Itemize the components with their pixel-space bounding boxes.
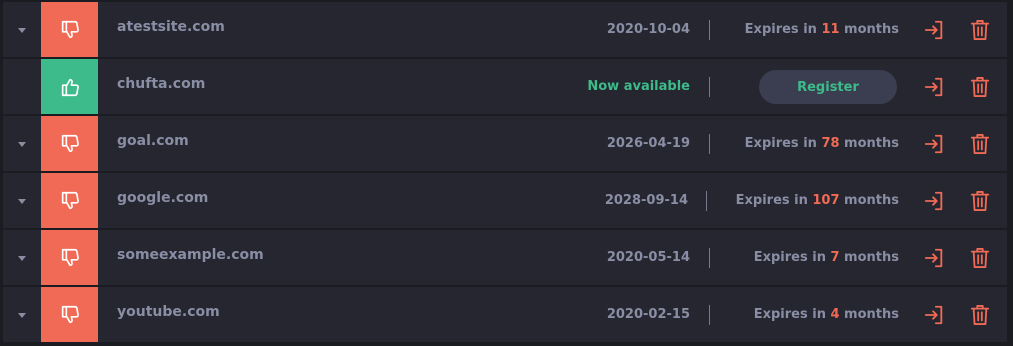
domain-row: chufta.com Now available Register	[3, 59, 1007, 116]
login-icon	[924, 20, 943, 40]
domain-name: goal.com	[117, 133, 189, 149]
availability-status: Now available	[587, 79, 690, 94]
status-badge-unavailable	[41, 287, 98, 342]
thumbs-down-icon	[61, 191, 79, 209]
status-badge-unavailable	[41, 2, 98, 57]
status-badge-available	[41, 59, 98, 114]
login-icon	[924, 248, 943, 268]
expires-months-value: 107	[812, 193, 840, 208]
expiry-date: 2020-10-04	[606, 22, 690, 37]
delete-button[interactable]	[968, 303, 992, 327]
separator	[709, 20, 710, 40]
separator	[706, 191, 707, 211]
expires-in-text: Expires in 7 months	[754, 250, 899, 265]
expires-suffix: months	[839, 250, 899, 265]
login-icon	[924, 305, 943, 325]
expires-prefix: Expires in	[735, 193, 813, 208]
domain-row: atestsite.com 2020-10-04 Expires in 11 m…	[3, 2, 1007, 59]
register-button[interactable]: Register	[759, 70, 897, 104]
login-icon	[924, 191, 943, 211]
thumbs-down-icon	[61, 248, 79, 266]
separator	[709, 77, 710, 97]
expires-suffix: months	[839, 136, 899, 151]
status-badge-unavailable	[41, 230, 98, 285]
expiry-date: 2026-04-19	[606, 136, 690, 151]
login-button[interactable]	[922, 18, 946, 42]
login-button[interactable]	[922, 75, 946, 99]
login-button[interactable]	[922, 246, 946, 270]
expires-in-text: Expires in 11 months	[745, 22, 899, 37]
expires-prefix: Expires in	[744, 136, 822, 151]
expires-prefix: Expires in	[753, 307, 831, 322]
thumbs-down-icon	[61, 20, 79, 38]
expires-months-value: 11	[821, 22, 840, 37]
login-button[interactable]	[922, 189, 946, 213]
domain-name: google.com	[117, 190, 209, 206]
expiry-date: 2028-09-14	[604, 193, 688, 208]
expires-months-value: 7	[830, 250, 840, 265]
separator	[709, 305, 710, 325]
domain-row: google.com 2028-09-14 Expires in 107 mon…	[3, 173, 1007, 230]
expiry-date: 2020-05-14	[606, 250, 690, 265]
expand-caret-icon[interactable]	[15, 24, 29, 36]
expires-in-text: Expires in 78 months	[745, 136, 899, 151]
thumbs-down-icon	[61, 134, 79, 152]
login-button[interactable]	[922, 303, 946, 327]
expires-in-text: Expires in 4 months	[754, 307, 899, 322]
thumbs-down-icon	[61, 305, 79, 323]
domain-name: atestsite.com	[117, 19, 225, 35]
login-icon	[924, 77, 943, 97]
trash-icon	[970, 134, 990, 154]
expires-months-value: 78	[821, 136, 840, 151]
login-icon	[924, 134, 943, 154]
expiry-date: 2020-02-15	[606, 307, 690, 322]
trash-icon	[970, 19, 990, 40]
expires-prefix: Expires in	[753, 250, 831, 265]
domain-name: youtube.com	[117, 304, 220, 320]
domain-name: chufta.com	[117, 76, 206, 92]
trash-icon	[970, 77, 990, 97]
delete-button[interactable]	[968, 189, 992, 213]
delete-button[interactable]	[968, 246, 992, 270]
expires-months-value: 4	[830, 307, 840, 322]
delete-button[interactable]	[968, 75, 992, 99]
domain-row: youtube.com 2020-02-15 Expires in 4 mont…	[3, 287, 1007, 343]
expires-in-text: Expires in 107 months	[736, 193, 899, 208]
status-badge-unavailable	[41, 116, 98, 171]
expires-suffix: months	[839, 307, 899, 322]
expand-caret-icon[interactable]	[15, 252, 29, 264]
status-badge-unavailable	[41, 173, 98, 228]
thumbs-up-icon	[61, 78, 79, 96]
separator	[709, 134, 710, 154]
separator	[709, 248, 710, 268]
expires-suffix: months	[839, 193, 899, 208]
trash-icon	[970, 191, 990, 211]
delete-button[interactable]	[968, 132, 992, 156]
expires-suffix: months	[839, 22, 899, 37]
domain-row: goal.com 2026-04-19 Expires in 78 months	[3, 116, 1007, 173]
domain-list: atestsite.com 2020-10-04 Expires in 11 m…	[3, 2, 1007, 342]
domain-row: someexample.com 2020-05-14 Expires in 7 …	[3, 230, 1007, 287]
trash-icon	[970, 248, 990, 269]
expand-caret-icon[interactable]	[15, 309, 29, 321]
trash-icon	[970, 304, 990, 325]
login-button[interactable]	[922, 132, 946, 156]
expand-caret-icon[interactable]	[15, 195, 29, 207]
domain-name: someexample.com	[117, 247, 264, 263]
expand-caret-icon[interactable]	[15, 138, 29, 150]
expires-prefix: Expires in	[744, 22, 822, 37]
delete-button[interactable]	[968, 18, 992, 42]
